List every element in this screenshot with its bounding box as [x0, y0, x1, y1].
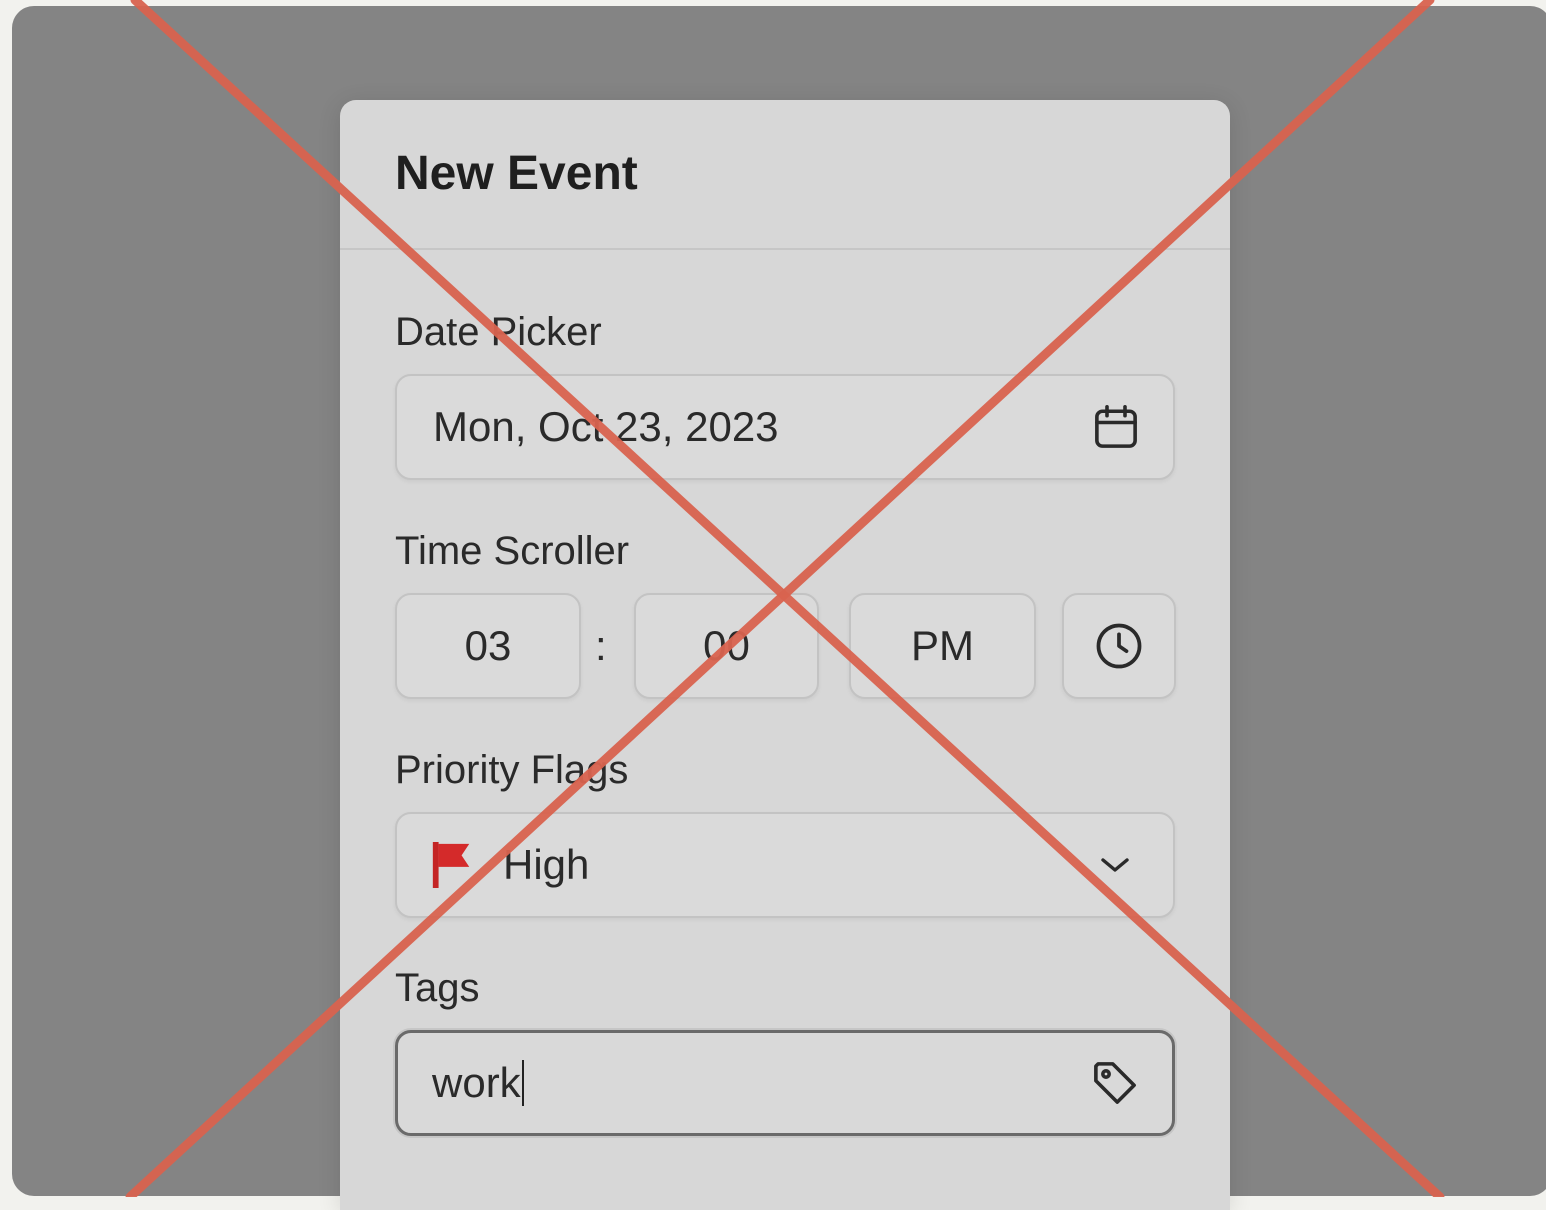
tags-label: Tags [395, 966, 480, 1010]
calendar-icon[interactable] [1089, 400, 1143, 454]
tag-icon [1094, 1062, 1136, 1104]
date-picker-label: Date Picker [395, 310, 602, 354]
minutes-scroller[interactable]: 00 [634, 593, 819, 699]
clock-icon [1096, 623, 1142, 669]
clock-button[interactable] [1062, 593, 1176, 699]
tags-input-text: work [432, 1059, 521, 1106]
priority-select[interactable]: High [395, 812, 1175, 918]
priority-flags-label: Priority Flags [395, 748, 629, 792]
flag-icon [432, 842, 470, 888]
chevron-down-icon [1101, 858, 1129, 872]
tags-input-value: work [432, 1059, 524, 1107]
date-picker-value: Mon, Oct 23, 2023 [433, 403, 779, 450]
tags-input[interactable]: work [395, 1030, 1175, 1136]
am-pm-toggle[interactable]: PM [849, 593, 1036, 699]
hours-scroller[interactable]: 03 [395, 593, 581, 699]
time-separator: : [595, 622, 607, 669]
priority-value: High [503, 841, 590, 888]
new-event-modal: New Event Date Picker Mon, Oct 23, 2023 … [340, 100, 1230, 1210]
text-cursor [521, 1059, 524, 1106]
date-picker-field[interactable]: Mon, Oct 23, 2023 [395, 374, 1175, 480]
time-scroller-label: Time Scroller [395, 529, 630, 573]
modal-title: New Event [395, 146, 638, 200]
modal-header: New Event [340, 100, 1230, 250]
